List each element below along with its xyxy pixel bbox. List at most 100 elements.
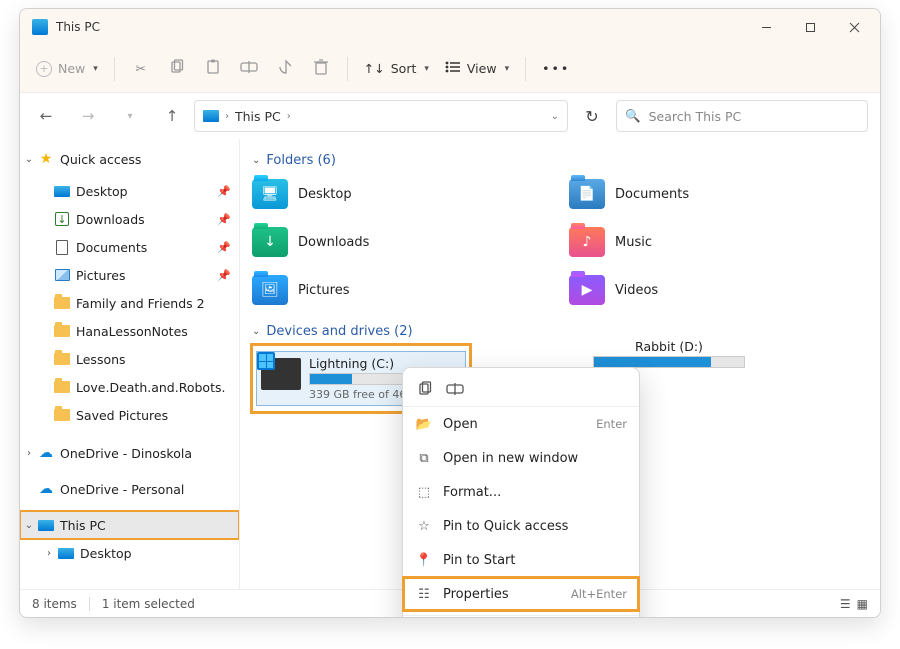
folder-videos[interactable]: ▶Videos	[569, 270, 868, 310]
folder-icon	[54, 325, 70, 337]
document-icon	[56, 240, 68, 255]
explorer-window: This PC + New ▾ ✂ ↑↓ Sort ▾ View ▾ ••	[19, 8, 881, 618]
context-open[interactable]: 📂OpenEnter	[403, 407, 639, 441]
view-button[interactable]: View ▾	[439, 53, 515, 85]
chevron-down-icon[interactable]: ⌄	[20, 154, 38, 165]
pictures-folder-icon: 🖼	[252, 275, 288, 305]
sidebar-this-pc[interactable]: ⌄This PC	[20, 511, 239, 539]
clipboard-icon	[205, 59, 221, 78]
properties-icon: ☷	[415, 585, 433, 603]
sidebar-item-folder[interactable]: Saved Pictures	[20, 401, 239, 429]
folder-downloads[interactable]: ↓Downloads	[252, 222, 551, 262]
chevron-down-icon: ⌄	[252, 155, 260, 166]
new-button[interactable]: + New ▾	[30, 53, 104, 85]
folder-icon	[54, 381, 70, 393]
sidebar-quick-access[interactable]: ⌄ ★ Quick access	[20, 145, 239, 173]
up-button[interactable]: ↑	[158, 107, 186, 125]
this-pc-icon	[203, 110, 219, 122]
window-title: This PC	[56, 20, 100, 34]
pin-icon: 📌	[217, 269, 231, 282]
context-pin-start[interactable]: 📍Pin to Start	[403, 543, 639, 577]
pin-icon: 📍	[415, 551, 433, 569]
folder-desktop[interactable]: 🖥Desktop	[252, 174, 551, 214]
folder-music[interactable]: ♪Music	[569, 222, 868, 262]
cloud-icon: ☁	[38, 481, 54, 497]
sidebar-item-desktop[interactable]: Desktop📌	[20, 177, 239, 205]
folder-documents[interactable]: 📄Documents	[569, 174, 868, 214]
delete-button[interactable]	[305, 53, 337, 85]
scissors-icon: ✂	[136, 61, 146, 76]
address-bar[interactable]: › This PC › ⌄	[194, 100, 568, 132]
folder-icon	[54, 409, 70, 421]
search-box[interactable]: 🔍 Search This PC	[616, 100, 868, 132]
chevron-down-icon[interactable]: ⌄	[551, 111, 559, 122]
plus-circle-icon: +	[36, 61, 52, 77]
this-pc-icon	[38, 520, 54, 531]
navigation-bar: ← → ▾ ↑ › This PC › ⌄ ↻ 🔍 Search This PC	[20, 93, 880, 139]
folder-icon	[54, 297, 70, 309]
back-button[interactable]: ←	[32, 107, 60, 125]
folder-pictures[interactable]: 🖼Pictures	[252, 270, 551, 310]
download-icon: ↓	[55, 212, 69, 226]
cut-button[interactable]: ✂	[125, 53, 157, 85]
thumbnails-view-button[interactable]: ▦	[857, 597, 868, 611]
section-folders[interactable]: ⌄ Folders (6)	[252, 153, 868, 168]
chevron-right-icon[interactable]: ›	[20, 448, 38, 459]
sidebar-item-downloads[interactable]: ↓Downloads📌	[20, 205, 239, 233]
breadcrumb-this-pc[interactable]: This PC	[235, 109, 281, 124]
pictures-icon	[55, 269, 70, 281]
sidebar-item-folder[interactable]: Love.Death.and.Robots.S03.10	[20, 373, 239, 401]
refresh-button[interactable]: ↻	[576, 107, 608, 126]
documents-folder-icon: 📄	[569, 179, 605, 209]
copy-button[interactable]	[161, 53, 193, 85]
chevron-down-icon: ▾	[93, 64, 98, 74]
sort-button[interactable]: ↑↓ Sort ▾	[358, 53, 435, 85]
chevron-right-icon[interactable]: ›	[40, 548, 58, 559]
rename-icon[interactable]	[445, 380, 465, 398]
context-menu: 📂OpenEnter ⧉Open in new window ⬚Format..…	[402, 367, 640, 618]
paste-button[interactable]	[197, 53, 229, 85]
details-view-button[interactable]: ☰	[840, 597, 851, 611]
sidebar-item-folder[interactable]: HanaLessonNotes	[20, 317, 239, 345]
folder-open-icon: 📂	[415, 415, 433, 433]
sidebar-item-desktop-under-pc[interactable]: ›Desktop	[20, 539, 239, 567]
view-icon	[445, 61, 461, 76]
star-icon: ★	[38, 151, 54, 167]
search-placeholder: Search This PC	[649, 109, 742, 124]
share-button[interactable]	[269, 53, 301, 85]
search-icon: 🔍	[625, 108, 641, 124]
context-properties[interactable]: ☷PropertiesAlt+Enter	[403, 577, 639, 611]
sidebar-item-pictures[interactable]: Pictures📌	[20, 261, 239, 289]
sidebar-onedrive-1[interactable]: ›☁OneDrive - Dinoskola	[20, 439, 239, 467]
desktop-icon	[58, 548, 74, 559]
context-pin-quick-access[interactable]: ☆Pin to Quick access	[403, 509, 639, 543]
minimize-button[interactable]	[744, 12, 788, 42]
format-icon: ⬚	[415, 483, 433, 501]
sort-icon: ↑↓	[364, 61, 385, 76]
new-window-icon: ⧉	[415, 449, 433, 467]
chevron-right-icon: ›	[225, 111, 229, 122]
rename-button[interactable]	[233, 53, 265, 85]
recent-locations-button[interactable]: ▾	[116, 111, 144, 122]
chevron-down-icon[interactable]: ⌄	[20, 520, 38, 531]
forward-button[interactable]: →	[74, 107, 102, 125]
downloads-folder-icon: ↓	[252, 227, 288, 257]
status-selection: 1 item selected	[102, 597, 195, 611]
sidebar-item-folder[interactable]: Lessons	[20, 345, 239, 373]
ellipsis-icon: •••	[542, 61, 570, 76]
sidebar-item-documents[interactable]: Documents📌	[20, 233, 239, 261]
maximize-button[interactable]	[788, 12, 832, 42]
chevron-right-icon: ›	[287, 111, 291, 122]
desktop-folder-icon: 🖥	[252, 179, 288, 209]
sidebar-onedrive-2[interactable]: ›☁OneDrive - Personal	[20, 475, 239, 503]
context-open-new-window[interactable]: ⧉Open in new window	[403, 441, 639, 475]
more-button[interactable]: •••	[536, 53, 576, 85]
chevron-down-icon: ▾	[505, 64, 510, 74]
sidebar-item-folder[interactable]: Family and Friends 2	[20, 289, 239, 317]
cloud-icon: ☁	[38, 445, 54, 461]
copy-icon	[169, 59, 185, 78]
copy-icon[interactable]	[415, 380, 435, 398]
context-format[interactable]: ⬚Format...	[403, 475, 639, 509]
close-button[interactable]	[832, 12, 876, 42]
share-icon	[277, 59, 293, 78]
